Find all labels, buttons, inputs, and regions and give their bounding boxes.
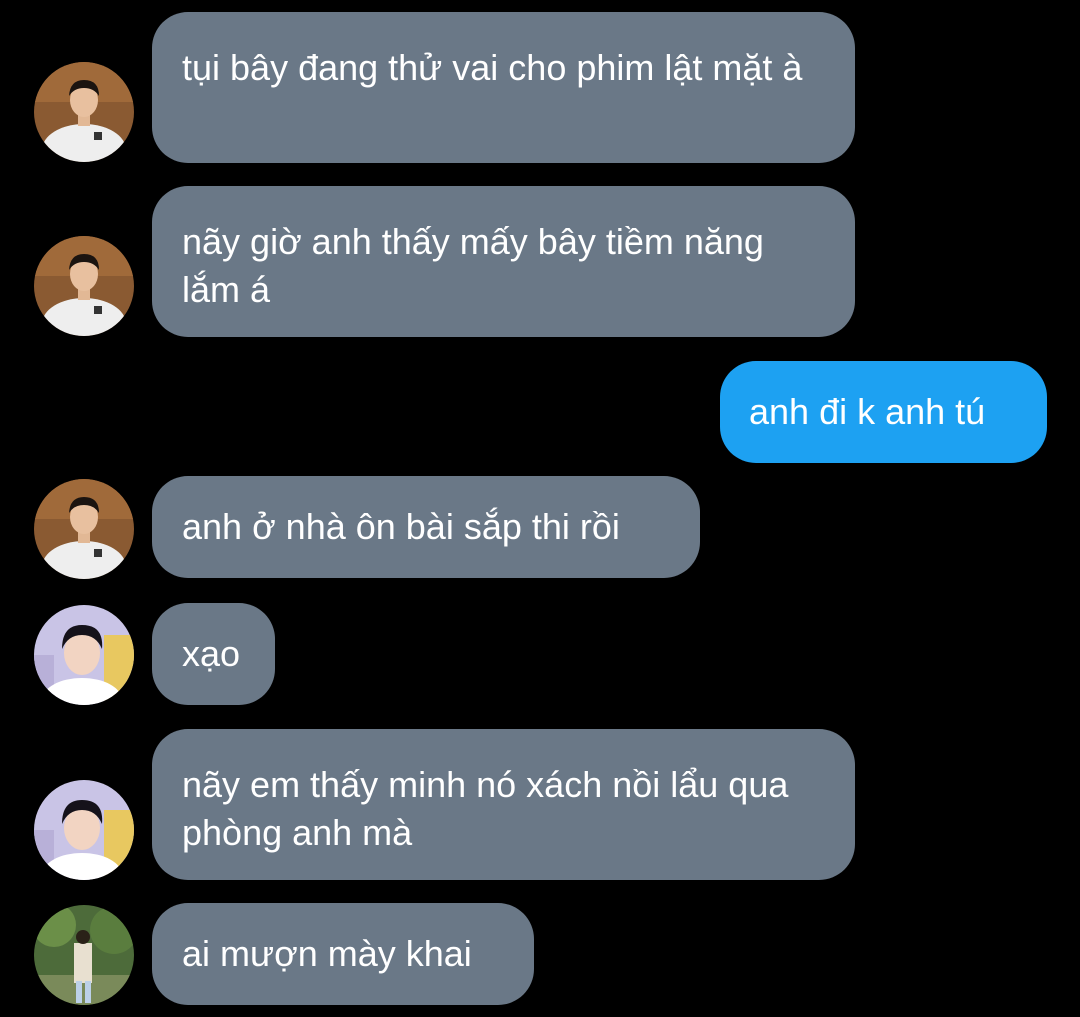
message-bubble-outgoing[interactable]: anh đi k anh tú — [720, 361, 1047, 463]
message-bubble-incoming[interactable]: tụi bây đang thử vai cho phim lật mặt à — [152, 12, 855, 163]
message-text: nãy em thấy minh nó xách nồi lẩu qua phò… — [182, 764, 789, 853]
avatar-smiling-boy-icon[interactable] — [34, 605, 134, 705]
message-text: ai mượn mày khai — [182, 933, 472, 974]
avatar-white-hoodie-icon[interactable] — [34, 62, 134, 162]
message-text: anh đi k anh tú — [749, 391, 986, 432]
message-text: xạo — [182, 633, 241, 674]
message-bubble-incoming[interactable]: xạo — [152, 603, 275, 705]
message-text: nãy giờ anh thấy mấy bây tiềm năng lắm á — [182, 221, 764, 310]
message-text: tụi bây đang thử vai cho phim lật mặt à — [182, 47, 803, 88]
message-bubble-incoming[interactable]: nãy giờ anh thấy mấy bây tiềm năng lắm á — [152, 186, 855, 337]
avatar-white-hoodie-icon[interactable] — [34, 236, 134, 336]
message-bubble-incoming[interactable]: nãy em thấy minh nó xách nồi lẩu qua phò… — [152, 729, 855, 880]
message-bubble-incoming[interactable]: ai mượn mày khai — [152, 903, 534, 1005]
message-text: anh ở nhà ôn bài sắp thi rồi — [182, 506, 620, 547]
message-bubble-incoming[interactable]: anh ở nhà ôn bài sắp thi rồi — [152, 476, 700, 578]
avatar-smiling-boy-icon[interactable] — [34, 780, 134, 880]
avatar-forest-walk-icon[interactable] — [34, 905, 134, 1005]
avatar-white-hoodie-icon[interactable] — [34, 479, 134, 579]
